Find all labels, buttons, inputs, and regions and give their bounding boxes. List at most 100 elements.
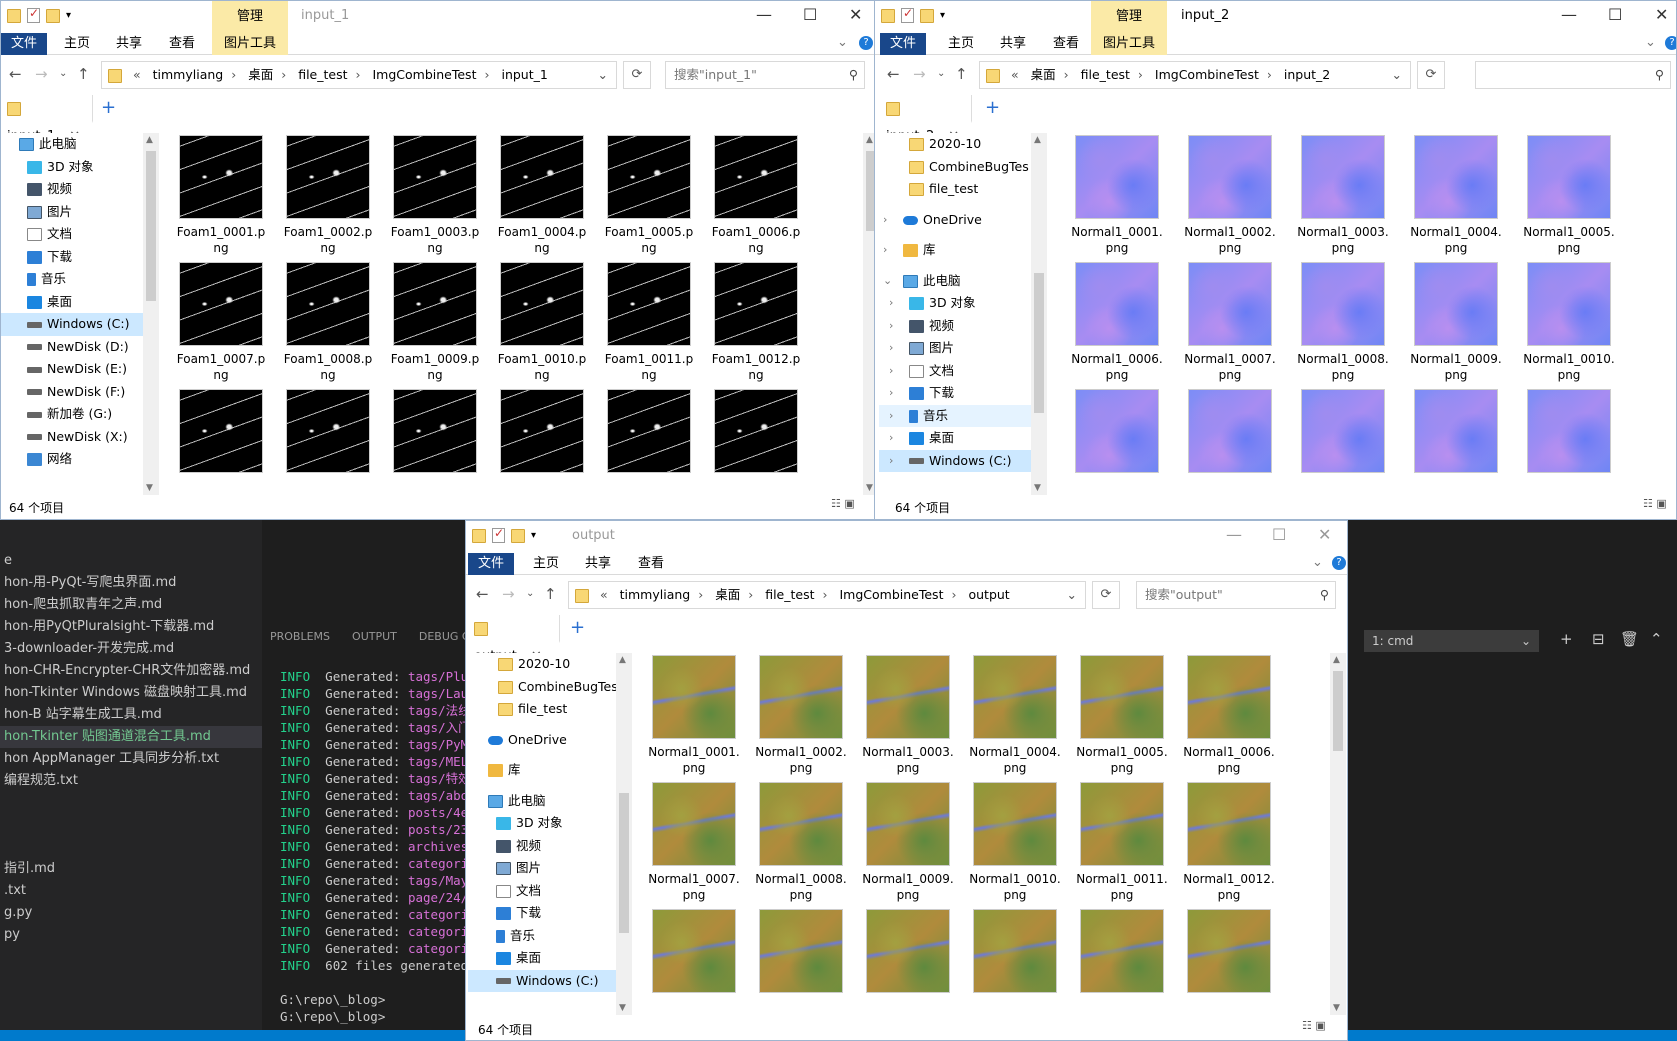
panel-tab[interactable]: PROBLEMS (270, 630, 330, 643)
panel-tab[interactable]: OUTPUT (352, 630, 397, 643)
file-item[interactable]: Foam1_0005.png (601, 135, 697, 256)
nav-item[interactable]: NewDisk (X:) (1, 426, 143, 449)
nav-item[interactable]: › OneDrive (879, 209, 1031, 232)
nav-item[interactable]: file_test (468, 698, 616, 721)
chevron-down-icon[interactable]: ⌄ (1067, 582, 1077, 608)
chevron-up-icon[interactable]: ⌃ (1650, 630, 1663, 648)
file-item[interactable]: Normal1_0012.png (1181, 782, 1277, 903)
trash-icon[interactable]: 🗑 (1620, 630, 1639, 648)
breadcrumb[interactable]: file_test (298, 67, 347, 82)
nav-item[interactable]: › Windows (C:) (879, 449, 1031, 473)
properties-icon[interactable] (27, 6, 40, 23)
nav-item[interactable]: OneDrive (468, 729, 616, 752)
file-item[interactable] (1521, 389, 1617, 478)
file-item[interactable] (494, 389, 590, 478)
recent-dropdown-icon[interactable]: ⌄ (59, 68, 67, 79)
ribbon-tab-picture-tools[interactable]: 图片工具 (212, 33, 288, 55)
chevron-down-icon[interactable]: ⌄ (1392, 62, 1402, 88)
nav-item[interactable]: 网络 (1, 448, 143, 471)
sidebar-file[interactable]: hon AppManager 工具同步分析.txt (0, 748, 262, 770)
forward-icon[interactable]: → (35, 65, 48, 83)
address-bar[interactable]: « timmyliang › 桌面 › file_test › ImgCombineT… (101, 61, 617, 89)
minimize-icon[interactable]: — (1561, 5, 1577, 24)
view-toggle[interactable]: ☷ ▣ (1302, 1019, 1326, 1032)
breadcrumb[interactable]: timmyliang (153, 67, 224, 82)
back-icon[interactable]: ← (9, 65, 22, 83)
up-icon[interactable]: ↑ (544, 585, 557, 603)
nav-item[interactable]: › 下载 (879, 382, 1031, 405)
breadcrumb[interactable]: file_test (765, 587, 814, 602)
breadcrumb[interactable]: output (968, 587, 1009, 602)
nav-item[interactable]: 2020-10 (879, 133, 1031, 156)
sidebar-file[interactable]: 3-downloader-开发完成.md (0, 638, 262, 660)
qat-dropdown-icon[interactable]: ▾ (531, 530, 536, 541)
nav-item[interactable]: › 图片 (879, 337, 1031, 360)
back-icon[interactable]: ← (887, 65, 900, 83)
file-item[interactable]: Foam1_0003.png (387, 135, 483, 256)
file-item[interactable]: Normal1_0008.png (753, 782, 849, 903)
nav-item[interactable]: CombineBugTes (468, 676, 616, 699)
manage-tab[interactable]: 管理 (1091, 1, 1167, 33)
expand-chevron-icon[interactable]: ⌄ (883, 270, 892, 293)
nav-scrollbar[interactable]: ▲ ▼ (616, 653, 632, 1015)
recent-dropdown-icon[interactable]: ⌄ (526, 588, 534, 599)
nav-item[interactable]: 下载 (468, 902, 616, 925)
content-scrollbar[interactable]: ▲ ▼ (1330, 653, 1346, 1015)
qat-dropdown-icon[interactable]: ▾ (940, 10, 945, 21)
ribbon-expand-icon[interactable]: ⌄ (1645, 35, 1656, 50)
add-tab-icon[interactable]: + (985, 97, 1000, 118)
file-item[interactable]: Foam1_0009.png (387, 262, 483, 383)
up-icon[interactable]: ↑ (77, 65, 90, 83)
nav-item[interactable]: 文档 (468, 880, 616, 903)
breadcrumb[interactable]: 桌面 (248, 67, 273, 82)
nav-item[interactable]: 3D 对象 (1, 156, 143, 179)
file-item[interactable]: Foam1_0011.png (601, 262, 697, 383)
expand-chevron-icon[interactable]: › (889, 450, 893, 473)
file-item[interactable]: Normal1_0006.png (1069, 262, 1165, 383)
breadcrumb[interactable]: file_test (1081, 67, 1130, 82)
new-terminal-icon[interactable]: + (1560, 630, 1573, 648)
manage-tab[interactable]: 管理 (212, 1, 288, 33)
nav-item[interactable]: 此电脑 (468, 790, 616, 813)
file-item[interactable] (601, 389, 697, 478)
maximize-icon[interactable]: ☐ (1608, 5, 1622, 24)
sidebar-file[interactable]: py (0, 924, 262, 946)
file-item[interactable]: Normal1_0005.png (1074, 655, 1170, 776)
file-item[interactable]: Normal1_0010.png (967, 782, 1063, 903)
back-icon[interactable]: ← (476, 585, 489, 603)
new-folder-icon[interactable] (920, 8, 934, 23)
view-toggle[interactable]: ☷ ▣ (1643, 497, 1667, 510)
ribbon-tab-view[interactable]: 查看 (164, 33, 200, 55)
breadcrumb[interactable]: ImgCombineTest (1155, 67, 1259, 82)
ribbon-tab-share[interactable]: 共享 (995, 33, 1031, 55)
sidebar-file[interactable]: e (0, 550, 262, 572)
nav-item[interactable]: 视频 (468, 835, 616, 858)
up-icon[interactable]: ↑ (955, 65, 968, 83)
properties-icon[interactable] (901, 6, 914, 23)
search-input[interactable]: ⚲ (1475, 61, 1671, 89)
expand-chevron-icon[interactable]: › (889, 315, 893, 338)
sidebar-file[interactable]: .txt (0, 880, 262, 902)
file-item[interactable]: Normal1_0007.png (646, 782, 742, 903)
sidebar-file[interactable] (0, 968, 262, 990)
sidebar-file[interactable]: 指引.md (0, 858, 262, 880)
nav-item[interactable]: 2020-10 (468, 653, 616, 676)
file-item[interactable]: Foam1_0008.png (280, 262, 376, 383)
file-item[interactable]: Normal1_0003.png (860, 655, 956, 776)
file-item[interactable]: Foam1_0006.png (708, 135, 804, 256)
file-item[interactable]: Normal1_0004.png (967, 655, 1063, 776)
sidebar-file[interactable]: 编程规范.txt (0, 770, 262, 792)
nav-item[interactable]: 此电脑 (1, 133, 143, 156)
expand-chevron-icon[interactable]: › (883, 209, 887, 232)
ribbon-tab-home[interactable]: 主页 (59, 33, 95, 55)
minimize-icon[interactable]: — (1226, 525, 1242, 544)
file-item[interactable]: Foam1_0004.png (494, 135, 590, 256)
help-icon[interactable]: ? (859, 36, 873, 50)
breadcrumb[interactable]: 桌面 (715, 587, 740, 602)
sidebar-file[interactable] (0, 836, 262, 858)
nav-item[interactable]: Windows (C:) (1, 313, 143, 336)
new-folder-icon[interactable] (46, 8, 60, 23)
nav-item[interactable]: 下载 (1, 246, 143, 269)
add-tab-icon[interactable]: + (101, 97, 116, 118)
refresh-button[interactable]: ⟳ (623, 61, 651, 89)
